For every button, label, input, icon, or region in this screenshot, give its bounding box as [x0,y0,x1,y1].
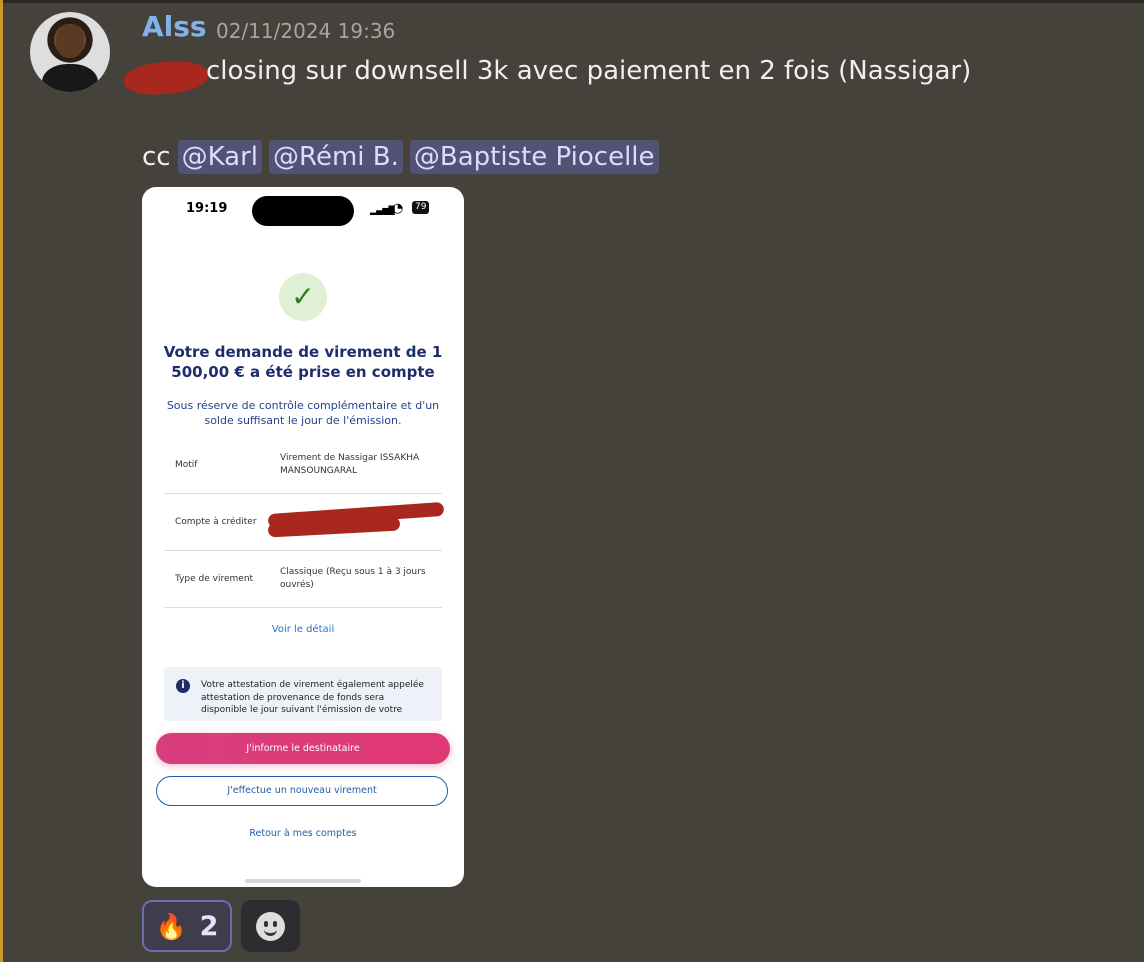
avatar-face-shape [56,24,84,58]
phone-subtitle: Sous réserve de contrôle complémentaire … [166,399,440,427]
mention-karl[interactable]: @Karl [177,140,263,174]
mention-baptiste[interactable]: @Baptiste Piocelle [409,140,659,174]
reaction-count: 2 [199,910,219,942]
phone-title: Votre demande de virement de 1 500,00 € … [163,343,443,381]
battery-icon: 79 [412,201,430,214]
detail-row-account: Compte à créditer BETECI [164,494,445,551]
detail-row-motif: Motif Virement de Nassigar ISSAKHA MANSO… [164,437,442,494]
avatar-shirt-shape [42,64,98,92]
message-text: closing sur downsell 3k avec paiement en… [142,56,971,86]
add-reaction-icon [256,911,285,941]
view-detail-link[interactable]: Voir le détail [142,624,464,635]
info-box: i Votre attestation de virement égalemen… [164,667,442,721]
add-reaction-button[interactable] [241,900,300,952]
info-text: Votre attestation de virement également … [201,680,424,715]
detail-label: Motif [175,459,198,470]
cc-prefix: cc [142,142,171,172]
wifi-icon: ◔ [392,201,404,216]
home-indicator [245,879,361,883]
fire-reaction-button[interactable]: 🔥 2 [142,900,232,952]
message-highlight-bar [0,0,3,962]
avatar[interactable] [30,12,110,92]
mentions-line: cc @Karl @Rémi B. @Baptiste Piocelle [142,140,659,174]
top-border [0,0,1144,3]
mention-remi[interactable]: @Rémi B. [269,140,403,174]
timestamp: 02/11/2024 19:36 [216,19,396,43]
detail-label: Type de virement [175,573,254,584]
info-icon: i [176,679,190,693]
message-body: closing sur downsell 3k avec paiement en… [206,56,972,86]
smile-mouth-shape [264,928,277,936]
check-icon: ✓ [279,273,327,321]
inform-recipient-button[interactable]: J'informe le destinataire [156,733,450,764]
attached-phone-screenshot[interactable]: 19:19 ▂▄▆█ ◔ 79 ✓ Votre demande de virem… [142,187,464,887]
fire-icon: 🔥 [155,911,187,941]
phone-status-time: 19:19 [186,201,228,216]
username[interactable]: Alss [142,10,207,43]
transfer-details: Motif Virement de Nassigar ISSAKHA MANSO… [164,437,445,608]
detail-value: Classique (Reçu sous 1 à 3 jours ouvrés) [280,567,426,590]
phone-notch [252,196,354,226]
back-to-accounts-link[interactable]: Retour à mes comptes [142,828,464,839]
detail-value: Virement de Nassigar ISSAKHA MANSOUNGARA… [280,453,420,476]
signal-icon: ▂▄▆█ [370,206,395,215]
new-transfer-button[interactable]: J'effectue un nouveau virement [156,776,448,806]
detail-row-type: Type de virement Classique (Reçu sous 1 … [164,551,442,608]
detail-label: Compte à créditer [175,516,257,527]
